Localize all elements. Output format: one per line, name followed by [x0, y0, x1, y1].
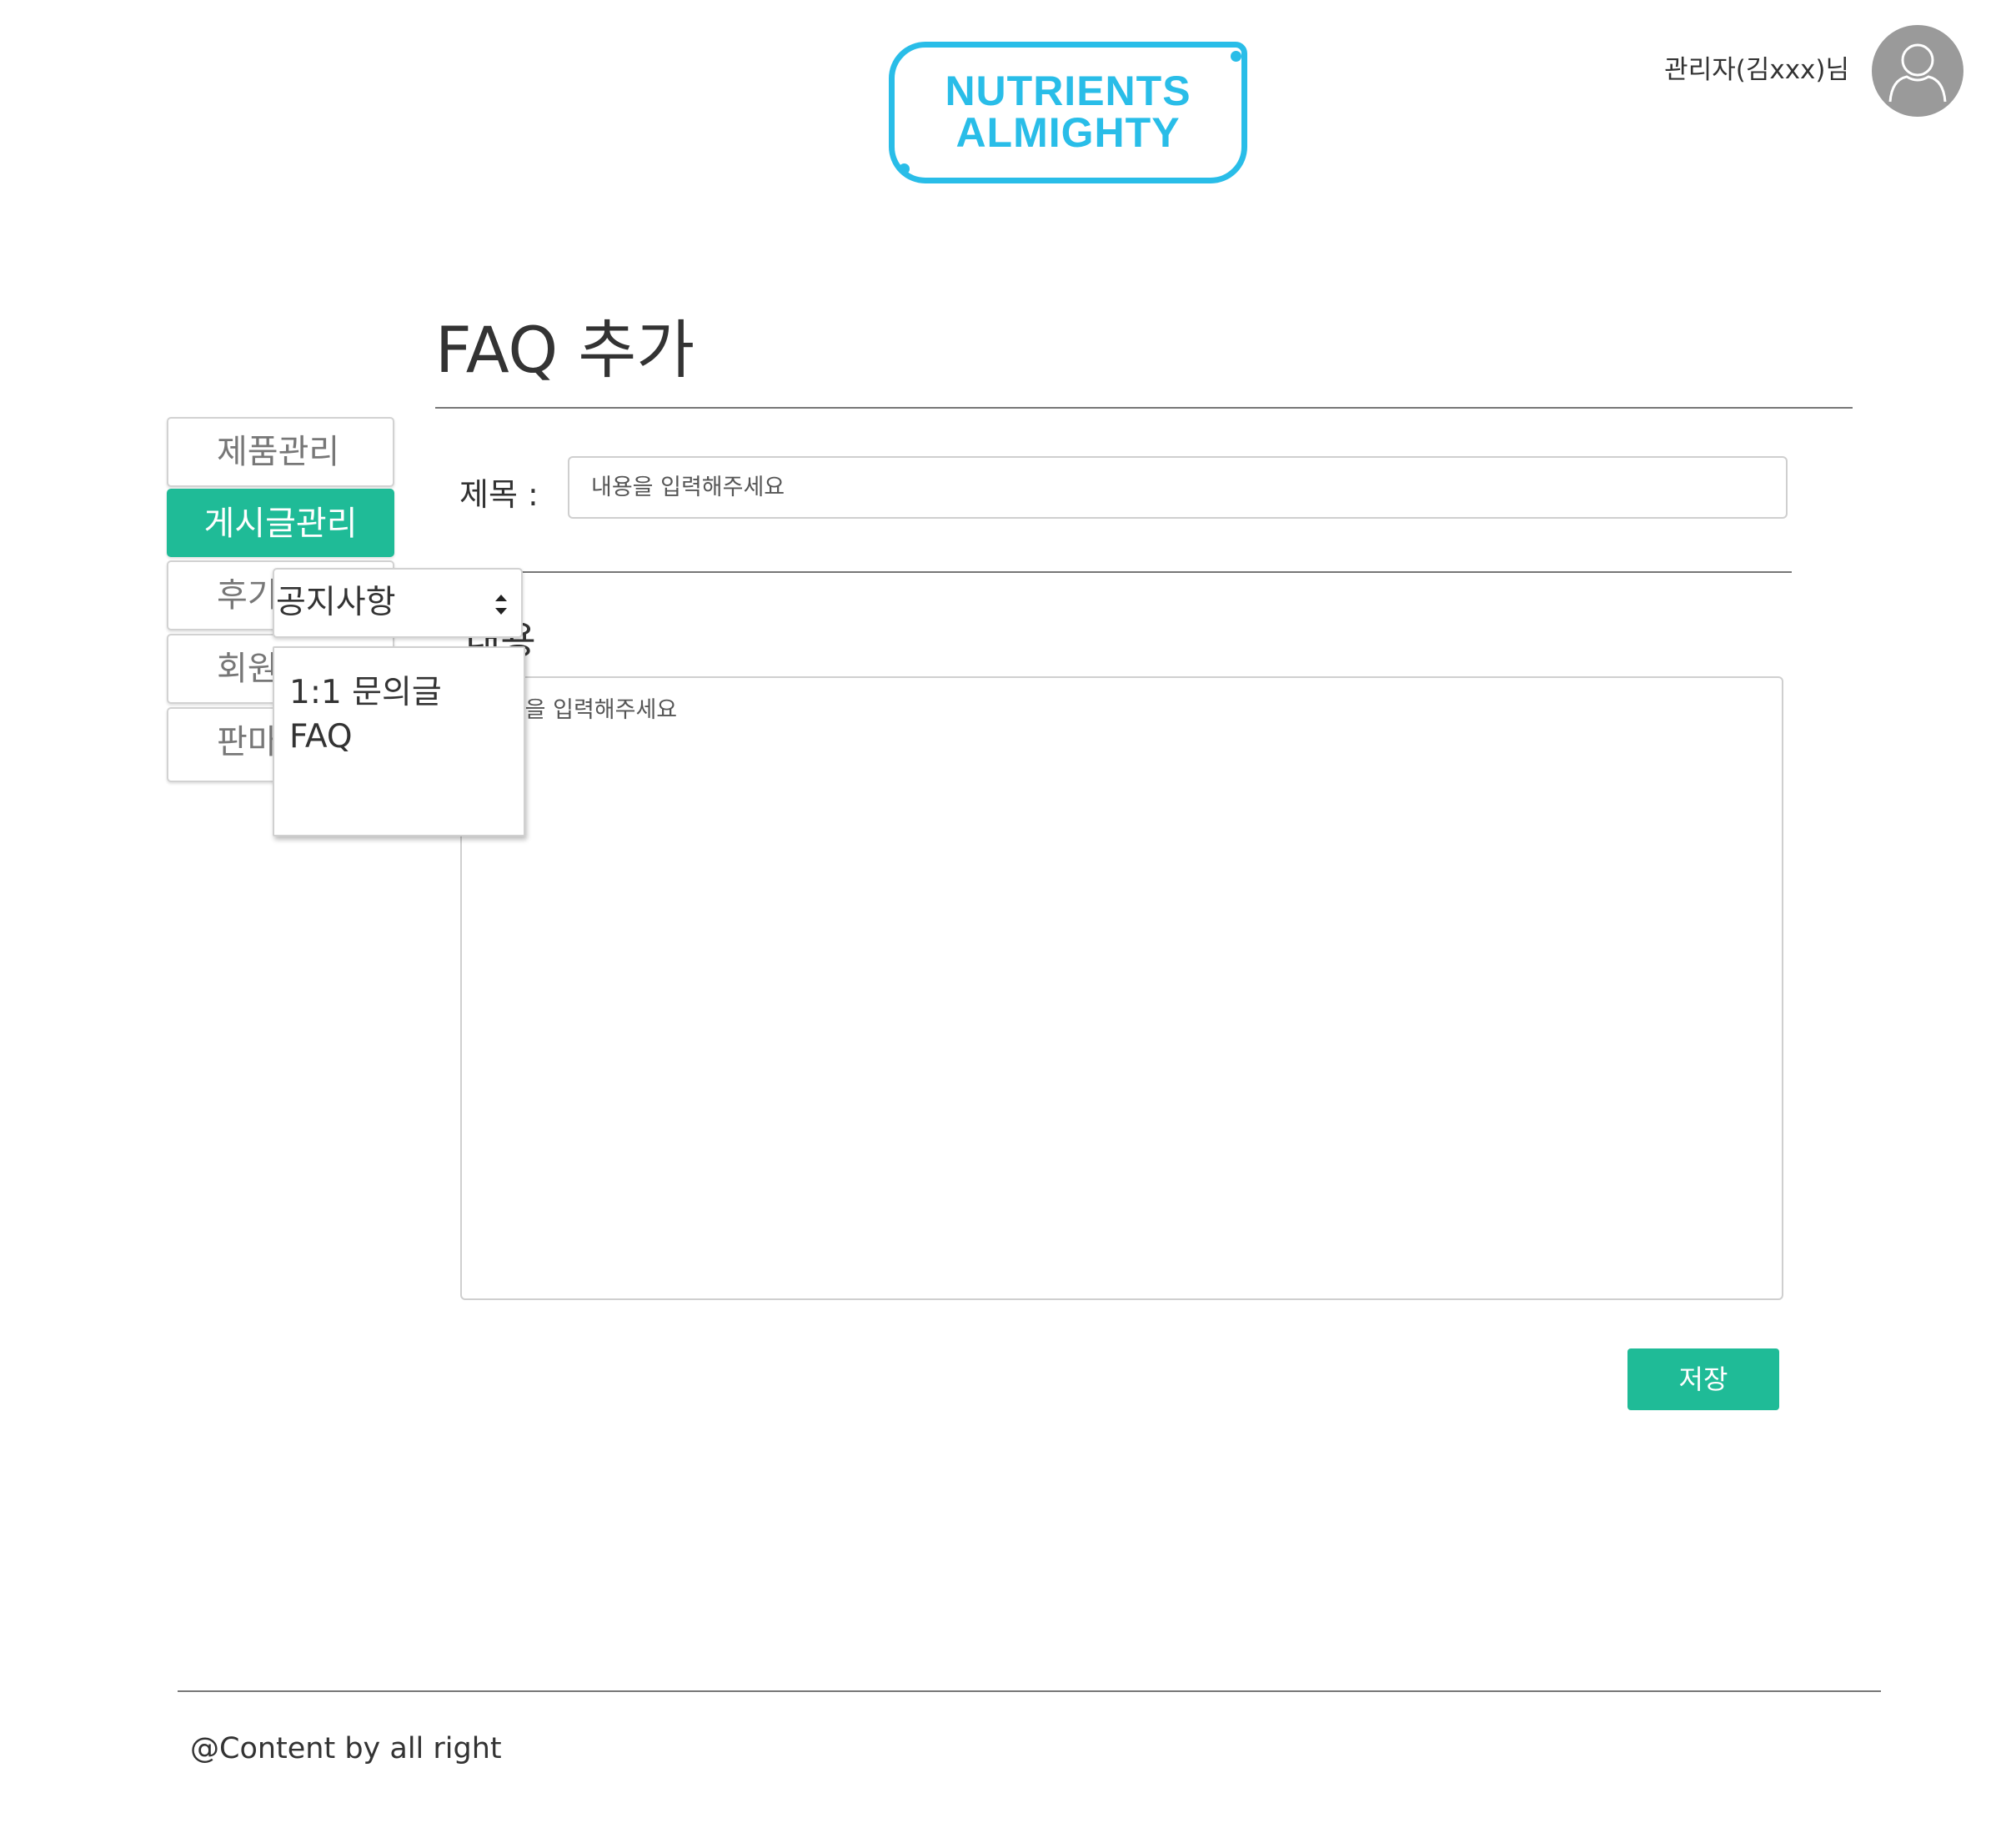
user-name: 관리자(김xxx)님 — [1664, 55, 1849, 85]
dropdown-option-inquiry[interactable]: 1:1 문의글 — [289, 666, 442, 713]
sidebar-item-products[interactable]: 제품관리 — [167, 417, 394, 487]
category-select-value: 공지사항 — [276, 584, 396, 621]
save-button[interactable]: 저장 — [1627, 1348, 1779, 1410]
category-dropdown: 1:1 문의글 FAQ — [273, 646, 525, 836]
sidebar-item-label: 회원 — [217, 650, 278, 688]
sidebar-item-posts[interactable]: 게시글관리 — [167, 489, 394, 557]
sidebar-item-label: 후기 — [217, 576, 278, 615]
page-title: FAQ 추가 — [435, 313, 695, 387]
logo-dot-bottom-left — [899, 163, 910, 174]
content-divider — [500, 571, 1792, 573]
footer-text: @Content by all right — [190, 1732, 502, 1765]
title-label: 제목 : — [459, 476, 539, 513]
logo-line-1: NUTRIENTS — [945, 68, 1191, 114]
title-input[interactable] — [568, 456, 1788, 519]
content-textarea[interactable] — [460, 676, 1783, 1300]
user-icon[interactable] — [1872, 25, 1963, 117]
footer-divider — [178, 1690, 1881, 1692]
logo-dot-top-right — [1231, 51, 1241, 62]
dropdown-option-faq[interactable]: FAQ — [289, 718, 353, 756]
sidebar-item-label: 게시글관리 — [203, 505, 358, 543]
title-divider — [435, 407, 1853, 409]
sidebar-item-label: 제품관리 — [217, 433, 340, 471]
sort-arrows-icon — [495, 595, 507, 615]
logo-line-2: ALMIGHTY — [955, 109, 1181, 156]
sidebar-item-label: 판마 — [217, 723, 278, 761]
logo-text: NUTRIENTS ALMIGHTY — [889, 70, 1247, 153]
category-select[interactable]: 공지사항 — [273, 568, 523, 638]
